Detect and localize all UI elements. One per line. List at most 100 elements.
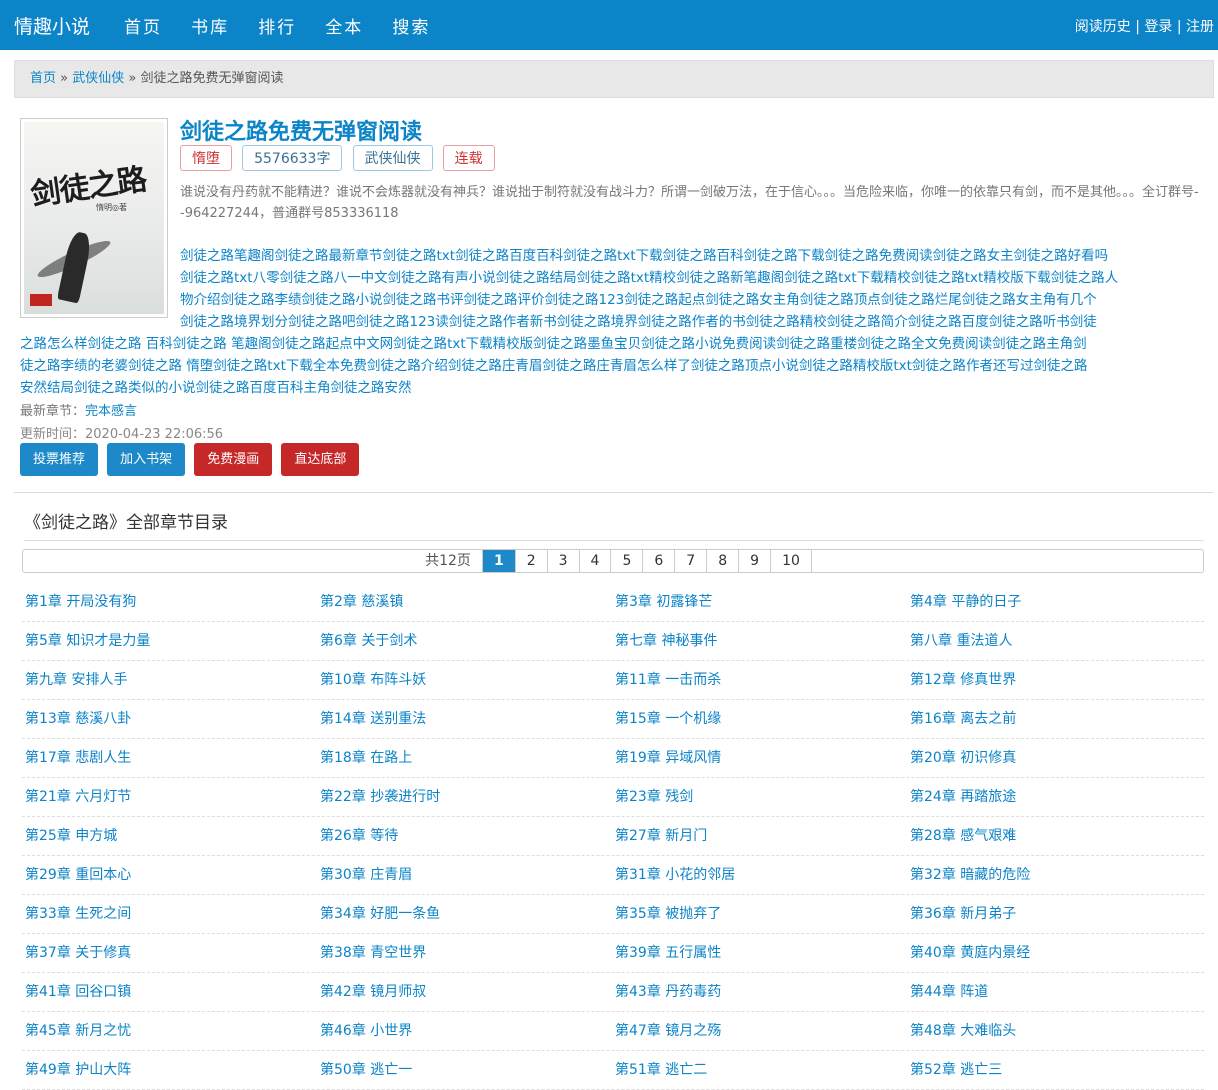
page-link[interactable]: 9	[738, 550, 770, 572]
chapter-link[interactable]: 第九章 安排人手	[22, 661, 317, 699]
chapter-row: 第17章 悲剧人生 第18章 在路上 第19章 异域风情 第20章 初识修真	[22, 739, 1204, 778]
chapter-link[interactable]: 第49章 护山大阵	[22, 1051, 317, 1089]
chapter-link[interactable]: 第24章 再踏旅途	[907, 778, 1202, 816]
chapter-link[interactable]: 第51章 逃亡二	[612, 1051, 907, 1089]
chapter-link[interactable]: 第22章 抄袭进行时	[317, 778, 612, 816]
chapter-link[interactable]: 第14章 送别重法	[317, 700, 612, 738]
chapter-link[interactable]: 第26章 等待	[317, 817, 612, 855]
chapter-link[interactable]: 第33章 生死之间	[22, 895, 317, 933]
chapter-link[interactable]: 第10章 布阵斗妖	[317, 661, 612, 699]
chapter-link[interactable]: 第43章 丹药毒药	[612, 973, 907, 1011]
chapter-link[interactable]: 第2章 慈溪镇	[317, 583, 612, 621]
cover-title-text: 剑徒之路	[28, 162, 149, 213]
page-link[interactable]: 1	[481, 550, 515, 572]
chapter-link[interactable]: 第38章 青空世界	[317, 934, 612, 972]
chapter-link[interactable]: 第50章 逃亡一	[317, 1051, 612, 1089]
page-link[interactable]: 4	[578, 550, 611, 572]
chapter-link[interactable]: 第40章 黄庭内景经	[907, 934, 1202, 972]
keyword-line[interactable]: 剑徒之路境界划分剑徒之路吧剑徒之路123读剑徒之路作者新书剑徒之路境界剑徒之路作…	[20, 311, 1202, 333]
chapter-catalog: 《剑徒之路》全部章节目录	[14, 492, 1214, 541]
chapter-link[interactable]: 第30章 庄青眉	[317, 856, 612, 894]
page-link[interactable]: 3	[546, 550, 579, 572]
page-link[interactable]: 8	[706, 550, 738, 572]
chapter-link[interactable]: 第46章 小世界	[317, 1012, 612, 1050]
keyword-line[interactable]: 之路怎么样剑徒之路 百科剑徒之路 笔趣阁剑徒之路起点中文网剑徒之路txt下载精校…	[20, 333, 1202, 355]
chapter-link[interactable]: 第35章 被抛弃了	[612, 895, 907, 933]
site-logo[interactable]: 情趣小说	[14, 12, 90, 39]
chapter-link[interactable]: 第29章 重回本心	[22, 856, 317, 894]
author-tag[interactable]: 惰堕	[180, 145, 232, 171]
reading-history-link[interactable]: 阅读历史	[1075, 19, 1131, 35]
chapter-link[interactable]: 第21章 六月灯节	[22, 778, 317, 816]
chapter-link[interactable]: 第52章 逃亡三	[907, 1051, 1202, 1089]
chapter-link[interactable]: 第36章 新月弟子	[907, 895, 1202, 933]
chapter-link[interactable]: 第4章 平静的日子	[907, 583, 1202, 621]
vote-button[interactable]: 投票推荐	[20, 443, 99, 476]
breadcrumb-home[interactable]: 首页	[30, 71, 56, 86]
chapter-row: 第41章 回谷口镇 第42章 镜月师叔 第43章 丹药毒药 第44章 阵道	[22, 973, 1204, 1012]
chapter-link[interactable]: 第42章 镜月师叔	[317, 973, 612, 1011]
keyword-line[interactable]: 徒之路李绩的老婆剑徒之路 惰堕剑徒之路txt下载全本免费剑徒之路介绍剑徒之路庄青…	[20, 355, 1202, 377]
book-tags: 惰堕 5576633字 武侠仙侠 连载	[180, 145, 500, 171]
go-bottom-button[interactable]: 直达底部	[281, 443, 360, 476]
nav-search[interactable]: 搜索	[392, 18, 430, 38]
chapter-link[interactable]: 第37章 关于修真	[22, 934, 317, 972]
page-link[interactable]: 6	[642, 550, 674, 572]
chapter-link[interactable]: 第18章 在路上	[317, 739, 612, 777]
chapter-link[interactable]: 第16章 离去之前	[907, 700, 1202, 738]
chapter-link[interactable]: 第17章 悲剧人生	[22, 739, 317, 777]
chapter-link[interactable]: 第12章 修真世界	[907, 661, 1202, 699]
keyword-line[interactable]: 物介绍剑徒之路李绩剑徒之路小说剑徒之路书评剑徒之路评价剑徒之路123剑徒之路起点…	[20, 289, 1202, 311]
chapter-link[interactable]: 第28章 感气艰难	[907, 817, 1202, 855]
latest-chapter-link[interactable]: 完本感言	[85, 404, 137, 419]
chapter-link[interactable]: 第八章 重法道人	[907, 622, 1202, 660]
breadcrumb-category[interactable]: 武侠仙侠	[72, 71, 124, 86]
chapter-link[interactable]: 第23章 残剑	[612, 778, 907, 816]
chapter-link[interactable]: 第39章 五行属性	[612, 934, 907, 972]
chapter-link[interactable]: 第25章 申方城	[22, 817, 317, 855]
book-title: 剑徒之路免费无弹窗阅读	[180, 120, 423, 145]
page-link[interactable]: 7	[674, 550, 706, 572]
chapter-link[interactable]: 第41章 回谷口镇	[22, 973, 317, 1011]
chapter-link[interactable]: 第48章 大难临头	[907, 1012, 1202, 1050]
chapter-link[interactable]: 第27章 新月门	[612, 817, 907, 855]
chapter-row: 第45章 新月之忧 第46章 小世界 第47章 镜月之殇 第48章 大难临头	[22, 1012, 1204, 1051]
status-tag: 连载	[442, 145, 495, 171]
update-time: 更新时间：2020-04-23 22:06:56	[20, 427, 224, 442]
chapter-link[interactable]: 第19章 异域风情	[612, 739, 907, 777]
chapter-link[interactable]: 第31章 小花的邻居	[612, 856, 907, 894]
category-tag[interactable]: 武侠仙侠	[352, 145, 433, 171]
nav-completed[interactable]: 全本	[325, 18, 363, 38]
nav-ranking[interactable]: 排行	[258, 18, 296, 38]
chapter-link[interactable]: 第3章 初露锋芒	[612, 583, 907, 621]
chapter-link[interactable]: 第七章 神秘事件	[612, 622, 907, 660]
login-link[interactable]: 登录	[1144, 19, 1172, 35]
page-link[interactable]: 10	[770, 550, 812, 572]
chapter-link[interactable]: 第15章 一个机缘	[612, 700, 907, 738]
book-intro: 谁说没有丹药就不能精进？谁说不会炼器就没有神兵？谁说拙于制符就没有战斗力？所谓一…	[180, 185, 1199, 221]
chapter-link[interactable]: 第20章 初识修真	[907, 739, 1202, 777]
chapter-link[interactable]: 第44章 阵道	[907, 973, 1202, 1011]
keyword-line[interactable]: 剑徒之路txt八零剑徒之路八一中文剑徒之路有声小说剑徒之路结局剑徒之路txt精校…	[20, 267, 1202, 289]
chapter-link[interactable]: 第45章 新月之忧	[22, 1012, 317, 1050]
keyword-line[interactable]: 剑徒之路笔趣阁剑徒之路最新章节剑徒之路txt剑徒之路百度百科剑徒之路txt下载剑…	[20, 245, 1202, 267]
chapter-link[interactable]: 第13章 慈溪八卦	[22, 700, 317, 738]
chapter-link[interactable]: 第34章 好肥一条鱼	[317, 895, 612, 933]
page-link[interactable]: 5	[610, 550, 642, 572]
chapter-link[interactable]: 第11章 一击而杀	[612, 661, 907, 699]
nav-library[interactable]: 书库	[191, 18, 229, 38]
chapter-link[interactable]: 第47章 镜月之殇	[612, 1012, 907, 1050]
chapter-row: 第33章 生死之间 第34章 好肥一条鱼 第35章 被抛弃了 第36章 新月弟子	[22, 895, 1204, 934]
chapter-link[interactable]: 第5章 知识才是力量	[22, 622, 317, 660]
separator: |	[1135, 19, 1140, 35]
free-comics-button[interactable]: 免费漫画	[194, 443, 273, 476]
catalog-divider	[24, 540, 1204, 541]
chapter-link[interactable]: 第1章 开局没有狗	[22, 583, 317, 621]
keyword-line[interactable]: 安然结局剑徒之路类似的小说剑徒之路百度百科主角剑徒之路安然	[20, 377, 1202, 399]
register-link[interactable]: 注册	[1186, 19, 1214, 35]
chapter-link[interactable]: 第6章 关于剑术	[317, 622, 612, 660]
add-bookshelf-button[interactable]: 加入书架	[107, 443, 186, 476]
nav-home[interactable]: 首页	[124, 18, 162, 38]
page-link[interactable]: 2	[514, 550, 547, 572]
chapter-link[interactable]: 第32章 暗藏的危险	[907, 856, 1202, 894]
